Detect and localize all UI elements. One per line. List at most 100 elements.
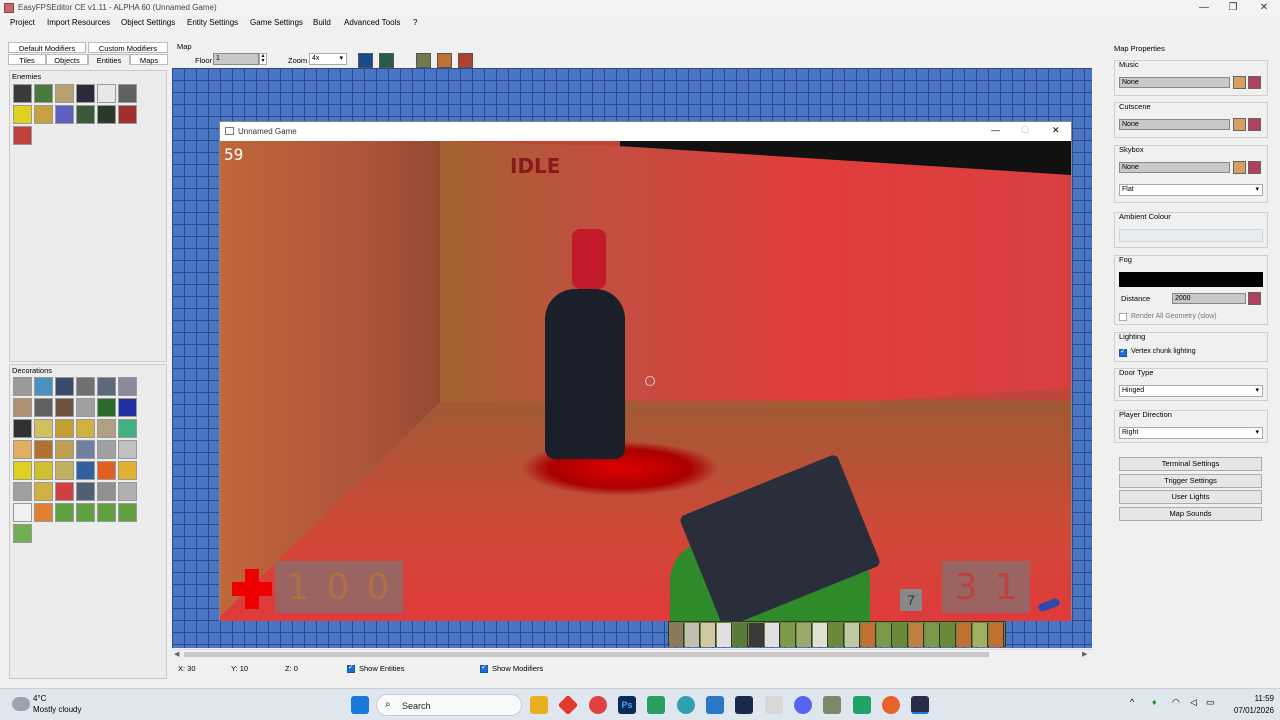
tab-tiles[interactable]: Tiles (8, 54, 46, 65)
game-close-button[interactable]: ✕ (1052, 125, 1060, 136)
decoration-sprite[interactable] (97, 503, 116, 522)
store-icon[interactable] (706, 696, 724, 714)
decoration-sprite[interactable] (13, 503, 32, 522)
taskbar-time[interactable]: 11:59 (1224, 694, 1274, 703)
decoration-sprite[interactable] (34, 440, 53, 459)
fog-distance-input[interactable]: 2000 (1172, 293, 1246, 304)
decoration-sprite[interactable] (55, 461, 74, 480)
tab-custom-modifiers[interactable]: Custom Modifiers (88, 42, 168, 53)
enemy-sprite[interactable] (13, 84, 32, 103)
microphone-icon[interactable]: ♦ (1152, 697, 1157, 707)
game-minimize-button[interactable]: — (991, 125, 1000, 135)
taskbar-search[interactable]: ⌕ Search (376, 694, 522, 716)
start-windows-icon[interactable] (351, 696, 369, 714)
decoration-sprite[interactable] (118, 482, 137, 501)
decoration-sprite[interactable] (76, 503, 95, 522)
decoration-sprite[interactable] (13, 440, 32, 459)
enemy-sprite[interactable] (76, 84, 95, 103)
enemy-sprite[interactable] (118, 84, 137, 103)
steam-icon[interactable] (735, 696, 753, 714)
menu-build[interactable]: Build (313, 18, 331, 27)
game-viewport[interactable]: IDLE 59 1 0 0 7 3 1 (220, 141, 1071, 621)
decoration-sprite[interactable] (55, 419, 74, 438)
menu-entity-settings[interactable]: Entity Settings (187, 18, 238, 27)
decoration-sprite[interactable] (97, 398, 116, 417)
decoration-sprite[interactable] (76, 377, 95, 396)
decoration-sprite[interactable] (97, 419, 116, 438)
decoration-sprite[interactable] (118, 398, 137, 417)
decoration-sprite[interactable] (97, 440, 116, 459)
cutscene-field[interactable]: None (1119, 119, 1230, 130)
decoration-sprite[interactable] (118, 461, 137, 480)
decoration-sprite[interactable] (97, 482, 116, 501)
show-modifiers-checkbox[interactable]: Show Modifiers (480, 663, 543, 674)
menu-game-settings[interactable]: Game Settings (250, 18, 303, 27)
decoration-sprite[interactable] (34, 419, 53, 438)
folder-icon[interactable] (1233, 161, 1246, 174)
decoration-sprite[interactable] (76, 398, 95, 417)
tab-objects[interactable]: Objects (46, 54, 88, 65)
photoshop-icon[interactable]: Ps (618, 696, 636, 714)
weather-temperature[interactable]: 4°C (33, 694, 46, 703)
decoration-sprite[interactable] (76, 419, 95, 438)
decoration-sprite[interactable] (13, 482, 32, 501)
play-grid-icon[interactable] (416, 53, 431, 68)
player-direction-select[interactable]: Right ▾ (1119, 427, 1263, 439)
enemy-sprite[interactable] (118, 105, 137, 124)
decoration-sprite[interactable] (55, 482, 74, 501)
decoration-sprite[interactable] (118, 503, 137, 522)
user-lights-button[interactable]: User Lights (1119, 490, 1262, 504)
decoration-sprite[interactable] (34, 377, 53, 396)
decoration-sprite[interactable] (76, 482, 95, 501)
music-field[interactable]: None (1119, 77, 1230, 88)
edge-icon[interactable] (677, 696, 695, 714)
minimize-button[interactable]: — (1190, 0, 1218, 16)
map-horizontal-scrollbar[interactable]: ◀ ▶ (172, 649, 1092, 659)
menu-help[interactable]: ? (413, 18, 417, 27)
game-maximize-button[interactable]: ☐ (1021, 125, 1029, 136)
decoration-sprite[interactable] (13, 377, 32, 396)
refresh-map-icon[interactable] (358, 53, 373, 68)
decoration-sprite[interactable] (118, 440, 137, 459)
clear-icon[interactable] (1248, 76, 1261, 89)
clear-icon[interactable] (1248, 292, 1261, 305)
discord-icon[interactable] (794, 696, 812, 714)
decoration-sprite[interactable] (76, 440, 95, 459)
volume-icon[interactable]: ◁ (1190, 697, 1197, 708)
enemy-sprite[interactable] (34, 84, 53, 103)
enemy-sprite[interactable] (13, 126, 32, 145)
tab-entities[interactable]: Entities (88, 54, 130, 65)
tab-maps[interactable]: Maps (130, 54, 168, 65)
weather-description[interactable]: Mostly cloudy (33, 705, 81, 714)
excel-icon[interactable] (853, 696, 871, 714)
app-red-circle-icon[interactable] (589, 696, 607, 714)
file-explorer-icon[interactable] (530, 696, 548, 714)
app-diamond-icon[interactable] (557, 694, 579, 716)
wifi-icon[interactable]: ◠ (1172, 697, 1180, 708)
firefox-icon[interactable] (882, 696, 900, 714)
scroll-left-icon[interactable]: ◀ (174, 650, 179, 658)
decoration-sprite[interactable] (55, 398, 74, 417)
decoration-sprite[interactable] (97, 377, 116, 396)
scrollbar-thumb[interactable] (184, 652, 989, 657)
folder-icon[interactable] (1233, 76, 1246, 89)
tab-default-modifiers[interactable]: Default Modifiers (8, 42, 86, 53)
enemy-sprite[interactable] (55, 84, 74, 103)
folder-icon[interactable] (1233, 118, 1246, 131)
decoration-sprite[interactable] (13, 419, 32, 438)
floor-input[interactable]: 1 (213, 53, 259, 65)
decoration-sprite[interactable] (55, 503, 74, 522)
decoration-sprite[interactable] (13, 524, 32, 543)
package-icon[interactable] (765, 696, 783, 714)
enemy-sprite[interactable] (97, 84, 116, 103)
taskbar-date[interactable]: 07/01/2026 (1214, 706, 1274, 715)
render-all-checkbox[interactable] (1119, 313, 1127, 321)
terminal-settings-button[interactable]: Terminal Settings (1119, 457, 1262, 471)
decoration-sprite[interactable] (55, 440, 74, 459)
skybox-field[interactable]: None (1119, 162, 1230, 173)
decoration-sprite[interactable] (97, 461, 116, 480)
decoration-sprite[interactable] (34, 461, 53, 480)
menu-object-settings[interactable]: Object Settings (121, 18, 175, 27)
show-entities-checkbox[interactable]: Show Entities (347, 663, 404, 674)
skybox-mode-select[interactable]: Flat ▾ (1119, 184, 1263, 196)
